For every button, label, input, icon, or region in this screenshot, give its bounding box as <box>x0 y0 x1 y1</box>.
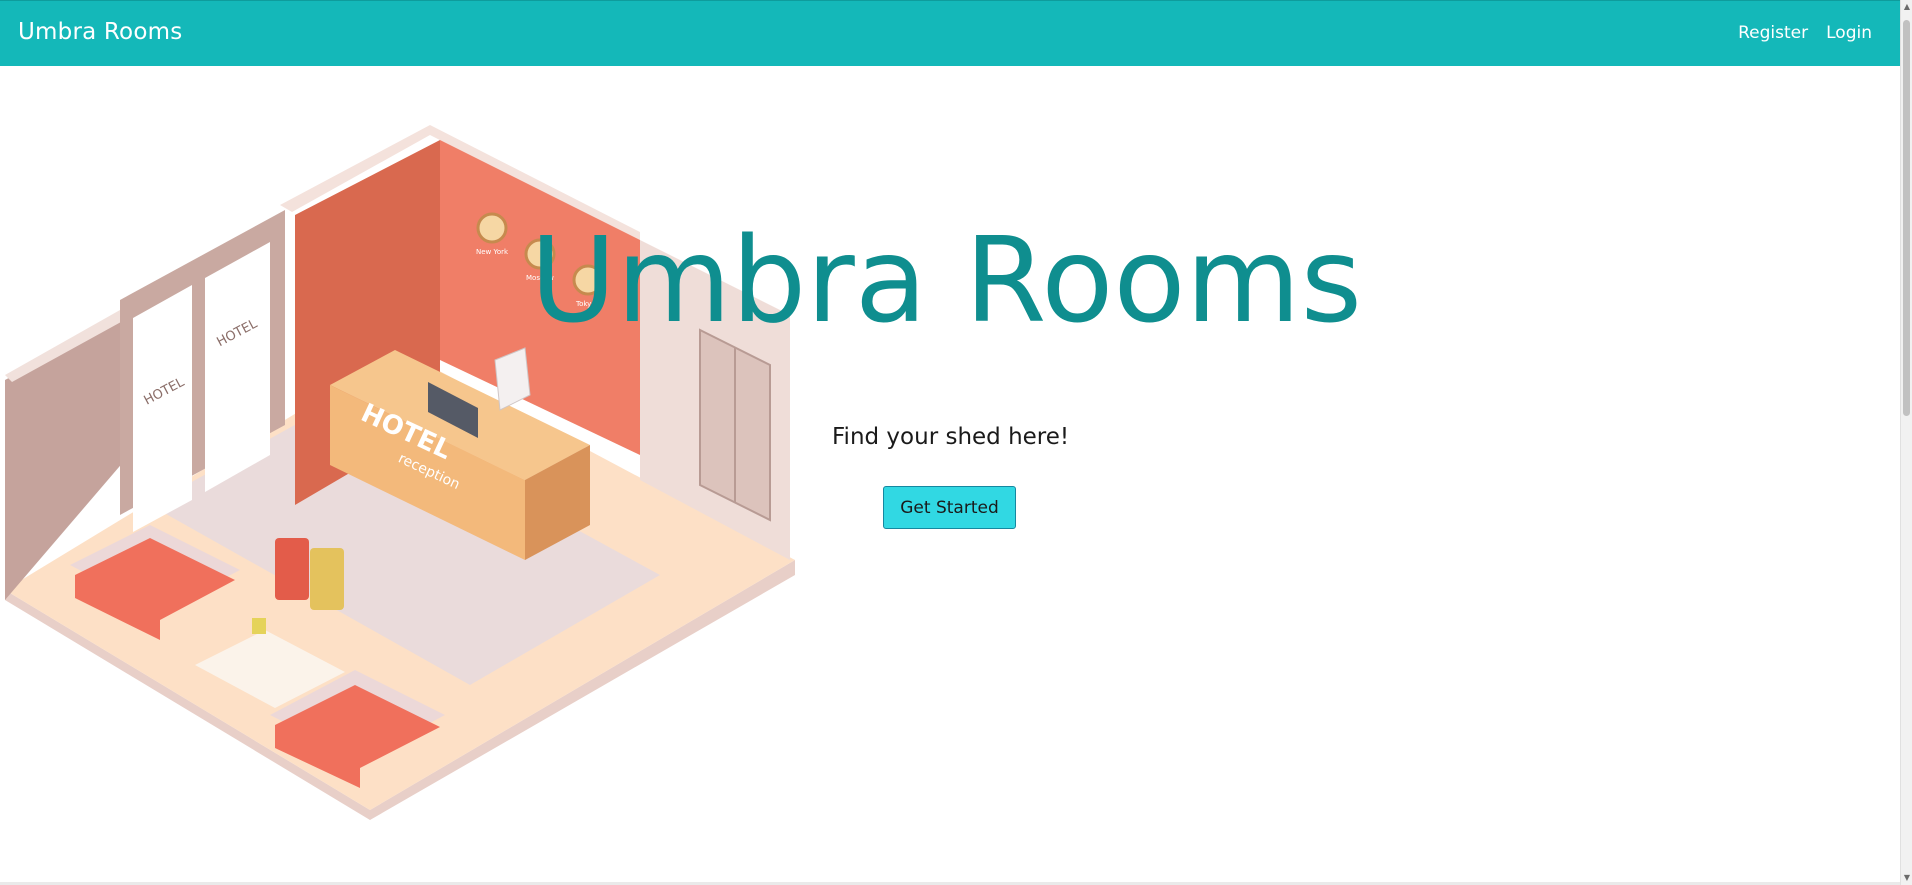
clock-label-new-york: New York <box>476 248 509 256</box>
register-link[interactable]: Register <box>1738 23 1808 43</box>
clock-new-york-icon <box>476 212 508 244</box>
top-navbar: Umbra Rooms Register Login <box>0 0 1900 66</box>
table-lamp <box>252 618 266 634</box>
scroll-thumb[interactable] <box>1903 20 1910 416</box>
nav-links: Register Login <box>1738 23 1872 43</box>
vertical-scrollbar[interactable]: ▲ ▼ <box>1900 0 1912 885</box>
suitcase-yellow <box>310 548 344 610</box>
login-link[interactable]: Login <box>1826 23 1872 43</box>
arrow-up-icon[interactable]: ▲ <box>1902 2 1912 12</box>
window-right <box>205 242 270 492</box>
suitcase-red <box>275 538 309 600</box>
get-started-button[interactable]: Get Started <box>883 486 1016 529</box>
arrow-down-icon[interactable]: ▼ <box>1902 873 1912 883</box>
hero-subtitle: Find your shed here! <box>832 424 1070 450</box>
brand-link[interactable]: Umbra Rooms <box>18 19 182 45</box>
hero-title: Umbra Rooms <box>530 211 1363 349</box>
window-left <box>133 285 192 532</box>
